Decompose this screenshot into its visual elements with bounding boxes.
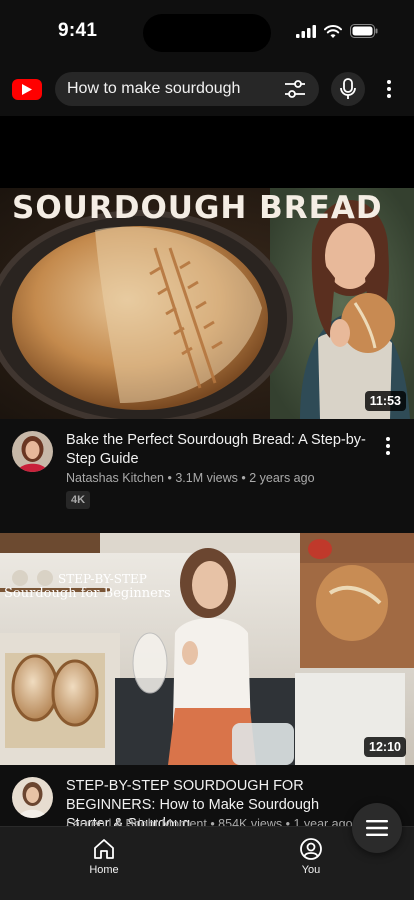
view-count: 854K views xyxy=(218,817,283,826)
video-menu-icon[interactable] xyxy=(380,437,396,457)
wifi-icon xyxy=(324,24,342,38)
more-options-icon[interactable] xyxy=(379,77,399,101)
bottom-navigation: Home You xyxy=(0,826,414,900)
battery-icon xyxy=(350,24,378,38)
upload-age: 1 year ago xyxy=(293,817,353,826)
channel-avatar[interactable] xyxy=(12,431,53,472)
filter-icon[interactable] xyxy=(283,78,307,100)
dynamic-island xyxy=(143,14,271,52)
upload-age: 2 years ago xyxy=(249,471,315,485)
microphone-icon xyxy=(340,78,356,99)
thumbnail-image: STEP-BY-STEP Sourdough for Beginners xyxy=(0,533,414,765)
video-thumbnail[interactable]: STEP-BY-STEP Sourdough for Beginners 12:… xyxy=(0,533,414,765)
channel-avatar[interactable] xyxy=(12,777,53,818)
channel-name[interactable]: Natashas Kitchen xyxy=(66,471,164,485)
account-circle-icon xyxy=(300,838,322,860)
channel-name[interactable]: Lauren | A Bright Moment xyxy=(66,817,207,826)
voice-search-button[interactable] xyxy=(331,72,365,106)
hamburger-menu-icon xyxy=(366,820,388,836)
youtube-logo-icon[interactable] xyxy=(12,79,42,100)
status-bar: 9:41 xyxy=(0,0,414,62)
video-duration: 12:10 xyxy=(364,737,406,757)
content-spacer xyxy=(0,116,414,188)
video-meta: STEP-BY-STEP SOURDOUGH FOR BEGINNERS: Ho… xyxy=(0,765,414,826)
search-header: How to make sourdough xyxy=(0,62,414,116)
thumbnail-line-2: Sourdough for Beginners xyxy=(4,586,171,601)
video-title[interactable]: Bake the Perfect Sourdough Bread: A Step… xyxy=(66,431,366,469)
view-count: 3.1M views xyxy=(175,471,238,485)
cellular-signal-icon xyxy=(296,24,316,38)
quality-badge: 4K xyxy=(66,491,91,509)
nav-you-label: You xyxy=(301,864,321,876)
home-icon xyxy=(94,839,114,859)
nav-home-label: Home xyxy=(89,864,119,876)
video-meta: Bake the Perfect Sourdough Bread: A Step… xyxy=(0,419,414,533)
nav-home[interactable]: Home xyxy=(64,837,144,876)
video-subtitle: Lauren | A Bright Moment • 854K views • … xyxy=(66,817,353,826)
menu-fab-button[interactable] xyxy=(352,803,402,853)
thumbnail-line-1: STEP-BY-STEP xyxy=(58,572,147,586)
thumbnail-title: SOURDOUGH BREAD xyxy=(12,190,383,226)
status-time: 9:41 xyxy=(58,20,98,41)
status-icons xyxy=(296,24,378,38)
thumbnail-image: SOURDOUGH BREAD xyxy=(0,188,414,419)
nav-you[interactable]: You xyxy=(271,837,351,876)
search-query[interactable]: How to make sourdough xyxy=(67,80,240,98)
video-subtitle: Natashas Kitchen • 3.1M views • 2 years … xyxy=(66,471,315,485)
video-duration: 11:53 xyxy=(364,391,406,411)
search-box[interactable]: How to make sourdough xyxy=(55,72,319,106)
video-thumbnail[interactable]: SOURDOUGH BREAD 11:53 xyxy=(0,188,414,419)
